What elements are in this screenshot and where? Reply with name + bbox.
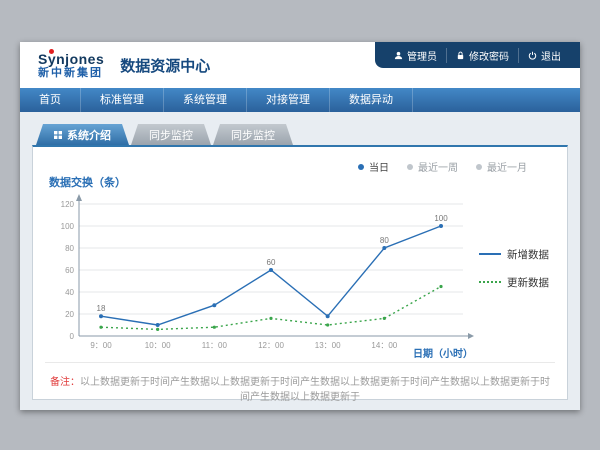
page-title: 数据资源中心	[120, 55, 210, 76]
main-nav: 首页 标准管理 系统管理 对接管理 数据异动	[20, 88, 580, 112]
svg-text:10：00: 10：00	[145, 341, 171, 350]
change-password-button[interactable]: 修改密码	[446, 48, 518, 63]
admin-button[interactable]: 管理员	[385, 48, 446, 63]
svg-text:20: 20	[65, 310, 74, 319]
footnote-prefix: 备注：	[50, 377, 80, 388]
tab-sync-monitor-1[interactable]: 同步监控	[131, 124, 211, 145]
filter-label: 最近一周	[418, 159, 458, 174]
brand-name: Synjones	[38, 52, 104, 66]
svg-text:日期（小时）: 日期（小时）	[413, 347, 473, 360]
nav-item-home[interactable]: 首页	[20, 88, 81, 112]
solid-line-sample-icon	[479, 253, 501, 255]
filter-label: 当日	[369, 159, 389, 174]
svg-text:12：00: 12：00	[258, 341, 284, 350]
nav-item-data-change[interactable]: 数据异动	[330, 88, 413, 112]
series-legend-updated-data[interactable]: 更新数据	[479, 275, 549, 290]
app-window: Synjones 新中新集团 数据资源中心 管理员 修改密码 退出	[20, 42, 580, 410]
tab-bar: 系统介绍 同步监控 同步监控	[32, 124, 568, 145]
svg-text:11：00: 11：00	[202, 341, 228, 350]
change-password-label: 修改密码	[469, 48, 509, 63]
svg-text:100: 100	[61, 222, 75, 231]
admin-label: 管理员	[407, 48, 437, 63]
tab-label: 同步监控	[231, 127, 275, 143]
company-logo: Synjones 新中新集团	[38, 52, 104, 79]
desktop-background: Synjones 新中新集团 数据资源中心 管理员 修改密码 退出	[0, 0, 600, 450]
tab-system-intro[interactable]: 系统介绍	[36, 124, 129, 145]
svg-text:14：00: 14：00	[371, 341, 397, 350]
svg-text:13：00: 13：00	[315, 341, 341, 350]
filter-last-week[interactable]: 最近一周	[407, 159, 458, 174]
filter-label: 最近一月	[487, 159, 527, 174]
svg-text:18: 18	[97, 304, 106, 313]
company-name: 新中新集团	[38, 68, 104, 79]
chart-panel: 当日 最近一周 最近一月 数据交换（条） 0 20 40 60 80 100 120 9：00…	[32, 145, 568, 400]
svg-text:80: 80	[65, 244, 74, 253]
series-legend-new-data[interactable]: 新增数据	[479, 247, 549, 262]
series-legend: 新增数据 更新数据	[479, 247, 549, 290]
filter-today[interactable]: 当日	[358, 159, 389, 174]
person-icon	[394, 51, 403, 60]
svg-text:0: 0	[70, 332, 75, 341]
filter-last-month[interactable]: 最近一月	[476, 159, 527, 174]
series-label: 更新数据	[507, 275, 549, 290]
filter-dot-icon	[407, 164, 413, 170]
user-bar: 管理员 修改密码 退出	[375, 42, 580, 68]
footnote: 备注：以上数据更新于时间产生数据以上数据更新于时间产生数据以上数据更新于时间产生…	[45, 362, 555, 405]
content-area: 系统介绍 同步监控 同步监控 当日 最近一周	[20, 112, 580, 410]
filter-dot-icon	[358, 164, 364, 170]
filter-dot-icon	[476, 164, 482, 170]
tab-sync-monitor-2[interactable]: 同步监控	[213, 124, 293, 145]
nav-item-standard-mgmt[interactable]: 标准管理	[81, 88, 164, 112]
time-filter-group: 当日 最近一周 最近一月	[45, 155, 555, 174]
line-chart: 0 20 40 60 80 100 120 9：00 10：00 11：00 12：00 13：00 1…	[45, 190, 477, 362]
logout-label: 退出	[541, 48, 561, 63]
nav-item-interface-mgmt[interactable]: 对接管理	[247, 88, 330, 112]
grid-icon	[54, 131, 62, 139]
lock-icon	[456, 51, 465, 60]
logo-red-dot-icon	[49, 49, 54, 54]
svg-text:60: 60	[65, 266, 74, 275]
svg-text:120: 120	[61, 200, 75, 209]
svg-text:60: 60	[267, 258, 276, 267]
power-icon	[528, 51, 537, 60]
logout-button[interactable]: 退出	[518, 48, 570, 63]
tab-label: 系统介绍	[67, 127, 111, 143]
svg-text:40: 40	[65, 288, 74, 297]
y-axis-title: 数据交换（条）	[49, 174, 555, 190]
tab-label: 同步监控	[149, 127, 193, 143]
svg-text:80: 80	[380, 236, 389, 245]
series-label: 新增数据	[507, 247, 549, 262]
chart-row: 0 20 40 60 80 100 120 9：00 10：00 11：00 12：00 13：00 1…	[45, 190, 555, 362]
dotted-line-sample-icon	[479, 281, 501, 283]
nav-item-system-mgmt[interactable]: 系统管理	[164, 88, 247, 112]
svg-text:9：00: 9：00	[90, 341, 112, 350]
svg-text:100: 100	[434, 214, 448, 223]
app-header: Synjones 新中新集团 数据资源中心 管理员 修改密码 退出	[20, 42, 580, 88]
footnote-text: 以上数据更新于时间产生数据以上数据更新于时间产生数据以上数据更新于时间产生数据以…	[80, 377, 550, 403]
